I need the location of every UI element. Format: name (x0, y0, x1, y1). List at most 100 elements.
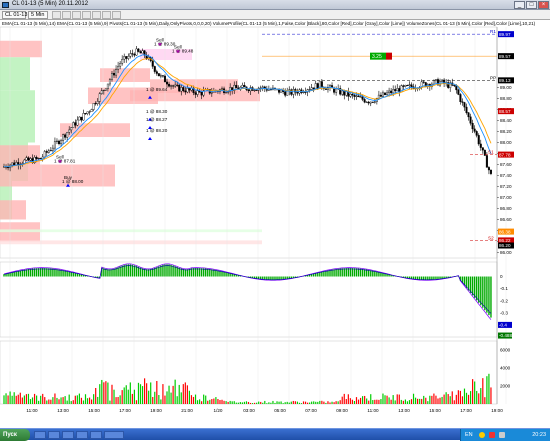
price-candle (155, 71, 158, 74)
price-candle (106, 83, 109, 90)
price-candle (469, 116, 472, 124)
time-tick-label: 15:00 (429, 408, 441, 413)
price-candle (457, 89, 460, 95)
price-candle (381, 92, 384, 97)
price-candle (406, 84, 409, 86)
price-candle (200, 91, 203, 96)
macd-badge-value: -0.488 (499, 333, 512, 338)
price-candle (384, 92, 387, 95)
time-tick-label: 07:00 (305, 408, 317, 413)
trade-detail: 1 @ 89.48 (172, 48, 194, 53)
price-chart[interactable]: R1PPS1S23.25 Sell1 @ 87.81Buy1 @ 88.00Se… (0, 0, 550, 428)
price-candle (161, 75, 164, 77)
taskbar-app-icon[interactable] (76, 431, 88, 439)
time-tick-label: 03:00 (243, 408, 255, 413)
price-candle (343, 90, 346, 96)
price-candle (178, 84, 181, 92)
pivot-label: R1 (490, 29, 496, 34)
price-badge-value: 88.57 (499, 109, 511, 114)
price-candle (25, 157, 28, 161)
time-tick-label: 13:00 (57, 408, 69, 413)
price-candle (86, 111, 89, 114)
price-candle (174, 84, 177, 87)
system-tray: EN 20:23 (460, 429, 550, 441)
price-candle (357, 95, 360, 98)
security-icon[interactable] (489, 432, 495, 438)
price-badge-value: 86.20 (499, 243, 511, 248)
volume-icon[interactable] (499, 432, 505, 438)
price-candle (463, 102, 466, 108)
taskbar-app-icon[interactable] (104, 431, 124, 439)
pnl-value: 3.25 (372, 54, 382, 60)
price-candle (53, 141, 56, 149)
price-candle (64, 134, 67, 138)
price-candle (188, 88, 191, 91)
price-candle (100, 90, 103, 94)
price-candle (141, 50, 144, 54)
taskbar-app-icon[interactable] (48, 431, 60, 439)
price-candle (404, 84, 407, 87)
price-candle (60, 140, 63, 145)
price-candle (241, 84, 244, 88)
price-candle (90, 109, 93, 112)
macd-badge-value: -0.4 (499, 323, 507, 328)
taskbar-app-icon[interactable] (62, 431, 74, 439)
price-candle (43, 151, 46, 158)
price-candle (62, 134, 65, 141)
pivot-label: PP (490, 75, 496, 80)
price-candle (159, 75, 162, 77)
time-tick-label: 17:00 (119, 408, 131, 413)
price-candle (35, 157, 38, 159)
price-candle (153, 66, 156, 72)
price-candle (180, 87, 183, 92)
macd-tick-label: 0 (500, 274, 503, 279)
volume-zone (100, 68, 150, 82)
price-candle (110, 73, 113, 80)
price-candle (172, 85, 175, 87)
price-candle (247, 89, 250, 92)
volume-tick-label: 6000 (500, 348, 511, 353)
price-candle (355, 95, 358, 97)
price-candle (255, 89, 258, 91)
price-tick-label: 86.80 (500, 206, 512, 211)
price-candle (467, 112, 470, 118)
price-candle (353, 94, 356, 97)
price-candle (165, 81, 168, 85)
volume-zone (0, 164, 115, 187)
price-candle (243, 84, 246, 88)
price-candle (359, 96, 362, 98)
price-candle (170, 85, 173, 87)
price-candle (210, 92, 213, 94)
price-candle (320, 81, 323, 88)
price-candle (70, 127, 73, 131)
price-candle (74, 122, 77, 126)
price-candle (365, 101, 368, 103)
price-candle (7, 167, 10, 169)
price-candle (465, 106, 468, 113)
price-candle (341, 90, 344, 95)
price-candle (137, 48, 140, 52)
price-candle (96, 101, 99, 104)
price-candle (361, 96, 364, 100)
price-candle (371, 101, 374, 103)
price-candle (129, 53, 132, 57)
price-tick-label: 87.40 (500, 173, 512, 178)
taskbar-app-icon[interactable] (34, 431, 46, 439)
price-candle (280, 89, 283, 93)
price-candle (37, 157, 40, 159)
network-icon[interactable] (479, 432, 485, 438)
price-candle (72, 122, 75, 128)
start-button[interactable]: Пуск (0, 429, 30, 441)
language-indicator[interactable]: EN (465, 429, 473, 441)
price-candle (92, 103, 95, 110)
price-candle (119, 63, 122, 67)
volume-zone (0, 57, 30, 91)
price-candle (194, 92, 197, 95)
price-candle (422, 81, 425, 83)
price-candle (51, 147, 54, 151)
price-candle (345, 91, 348, 96)
price-candle (76, 119, 79, 126)
price-candle (453, 85, 456, 87)
taskbar-app-icon[interactable] (90, 431, 102, 439)
volume-zone (0, 90, 35, 143)
